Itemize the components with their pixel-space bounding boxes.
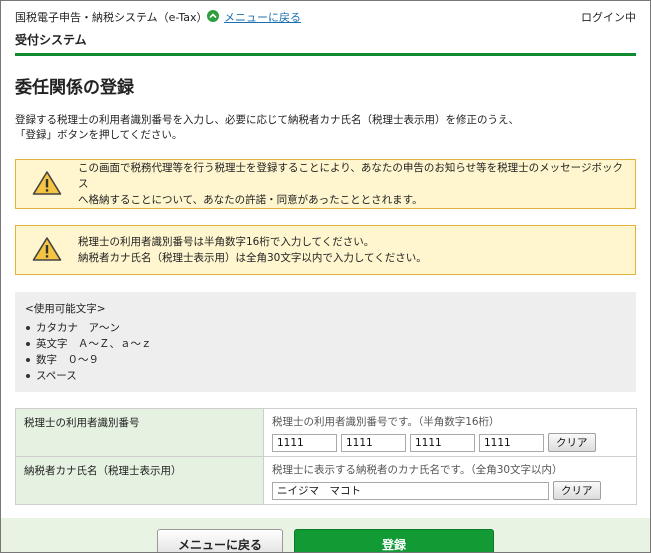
allowed-characters-list: カタカナ ア～ン 英文字 Ａ～Ｚ、ａ～ｚ 数字 ０～９ スペース <box>25 320 626 384</box>
warning-triangle-icon <box>32 236 62 265</box>
action-bar: メニューに戻る 登録 <box>1 518 650 552</box>
back-to-menu-label: メニューに戻る <box>224 11 301 24</box>
kana-name-row: 納税者カナ氏名（税理士表示用） 税理士に表示する納税者のカナ氏名です。（全角30… <box>15 456 637 505</box>
page-title: 委任関係の登録 <box>15 78 134 98</box>
consent-alert: この画面で税務代理等を行う税理士を登録することにより、あなたの申告のお知らせ等を… <box>15 159 636 209</box>
circle-chevron-up-icon <box>207 10 219 22</box>
consent-alert-line-2: へ格納することについて、あなたの許諾・同意があったこととされます。 <box>78 194 423 206</box>
tax-id-field-cell: 税理士の利用者識別番号です。（半角数字16桁） クリア <box>263 408 637 457</box>
kana-name-label: 納税者カナ氏名（税理士表示用） <box>15 456 264 505</box>
tax-id-hint: 税理士の利用者識別番号です。（半角数字16桁） <box>272 416 500 428</box>
warning-triangle-icon <box>32 170 62 199</box>
tax-id-label: 税理士の利用者識別番号 <box>15 408 264 457</box>
input-rule-alert-line-1: 税理士の利用者識別番号は半角数字16桁で入力してください。 <box>78 236 375 248</box>
top-bar: 国税電子申告・納税システム（e-Tax） メニューに戻る ログイン中 <box>15 9 636 25</box>
consent-alert-text: この画面で税務代理等を行う税理士を登録することにより、あなたの申告のお知らせ等を… <box>78 160 623 208</box>
kana-name-clear-button[interactable]: クリア <box>553 481 601 500</box>
page-frame: 国税電子申告・納税システム（e-Tax） メニューに戻る ログイン中 受付システ… <box>0 0 651 553</box>
register-button[interactable]: 登録 <box>294 529 494 552</box>
tax-id-input-4[interactable] <box>479 433 544 452</box>
list-item: スペース <box>25 368 626 384</box>
tax-id-input-1[interactable] <box>272 433 337 452</box>
tax-id-row: 税理士の利用者識別番号 税理士の利用者識別番号です。（半角数字16桁） クリア <box>15 408 637 457</box>
header-divider <box>15 53 636 56</box>
allowed-characters-box: <使用可能文字> カタカナ ア～ン 英文字 Ａ～Ｚ、ａ～ｚ 数字 ０～９ スペー… <box>15 292 636 392</box>
list-item: 数字 ０～９ <box>25 352 626 368</box>
kana-name-hint: 税理士に表示する納税者のカナ氏名です。（全角30文字以内） <box>272 464 563 476</box>
tax-id-input-2[interactable] <box>341 433 406 452</box>
input-rule-alert-text: 税理士の利用者識別番号は半角数字16桁で入力してください。 納税者カナ氏名（税理… <box>78 234 623 266</box>
back-to-menu-button[interactable]: メニューに戻る <box>157 529 283 552</box>
kana-name-inputs: クリア <box>272 481 628 500</box>
registration-form: 税理士の利用者識別番号 税理士の利用者識別番号です。（半角数字16桁） クリア … <box>15 408 637 505</box>
allowed-characters-heading: <使用可能文字> <box>25 303 106 315</box>
input-rule-alert-line-2: 納税者カナ氏名（税理士表示用）は全角30文字以内で入力してください。 <box>78 252 427 264</box>
tax-id-input-3[interactable] <box>410 433 475 452</box>
intro-line-2: 「登録」ボタンを押してください。 <box>15 129 183 141</box>
consent-alert-line-1: この画面で税務代理等を行う税理士を登録することにより、あなたの申告のお知らせ等を… <box>78 162 623 190</box>
system-name: 国税電子申告・納税システム（e-Tax） <box>15 11 208 24</box>
tax-id-clear-button[interactable]: クリア <box>548 433 596 452</box>
login-status: ログイン中 <box>581 11 636 24</box>
list-item: 英文字 Ａ～Ｚ、ａ～ｚ <box>25 336 626 352</box>
intro-line-1: 登録する税理士の利用者識別番号を入力し、必要に応じて納税者カナ氏名（税理士表示用… <box>15 114 519 126</box>
intro-text: 登録する税理士の利用者識別番号を入力し、必要に応じて納税者カナ氏名（税理士表示用… <box>15 113 615 143</box>
subsystem-title: 受付システム <box>15 33 87 47</box>
list-item: カタカナ ア～ン <box>25 320 626 336</box>
input-rule-alert: 税理士の利用者識別番号は半角数字16桁で入力してください。 納税者カナ氏名（税理… <box>15 225 636 275</box>
tax-id-inputs: クリア <box>272 433 628 452</box>
kana-name-field-cell: 税理士に表示する納税者のカナ氏名です。（全角30文字以内） クリア <box>263 456 637 505</box>
kana-name-input[interactable] <box>272 481 549 500</box>
back-to-menu-link[interactable]: メニューに戻る <box>207 9 301 25</box>
